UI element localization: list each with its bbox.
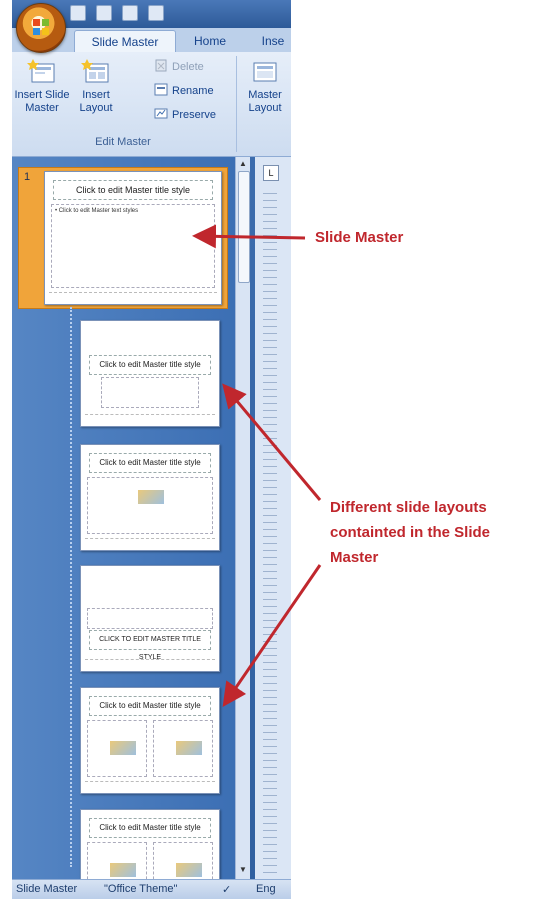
- slide-master-callout: Slide Master: [315, 229, 404, 246]
- office-logo-icon: [33, 19, 49, 35]
- slide-master-arrow: [192, 224, 306, 249]
- office-button[interactable]: [16, 3, 66, 53]
- annotation-arrows: [192, 224, 322, 707]
- layouts-callout: Different slide layouts containted in th…: [330, 499, 491, 566]
- layout-arrow-upper: [222, 383, 322, 501]
- layout-arrow-lower: [222, 564, 322, 707]
